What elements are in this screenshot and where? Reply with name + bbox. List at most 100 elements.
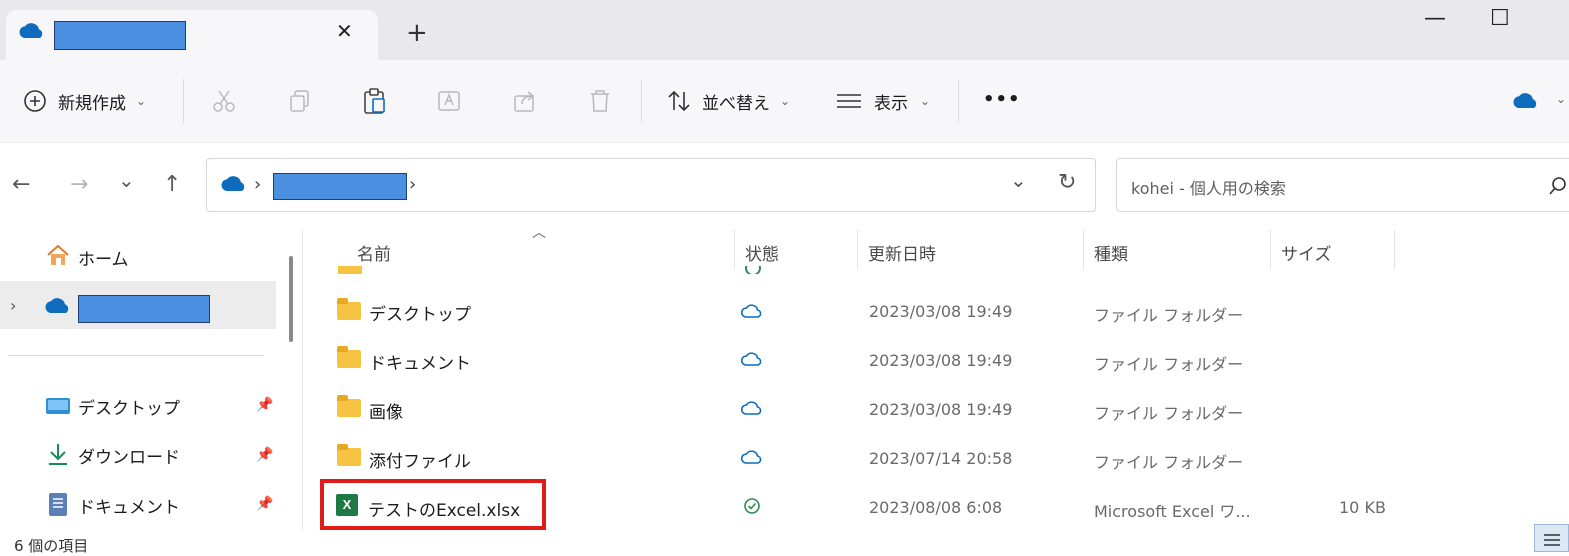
address-dropdown-button[interactable]: ⌄ bbox=[1010, 168, 1027, 192]
highlight-box bbox=[320, 479, 546, 530]
divider bbox=[641, 79, 642, 123]
home-icon bbox=[47, 244, 69, 265]
table-row-name[interactable]: 添付ファイル bbox=[369, 447, 471, 472]
recent-locations-button[interactable]: ⌄ bbox=[118, 168, 135, 192]
details-view-icon bbox=[1544, 534, 1560, 546]
sidebar-item-documents[interactable]: ドキュメント bbox=[78, 493, 180, 518]
more-options-button[interactable]: ••• bbox=[983, 89, 1021, 110]
view-button[interactable]: 表示 ⌄ bbox=[836, 86, 930, 116]
onedrive-icon[interactable] bbox=[1512, 92, 1540, 110]
plus-circle-icon bbox=[24, 90, 46, 112]
tab-close-button[interactable]: ✕ bbox=[336, 19, 353, 43]
chevron-down-icon: ⌄ bbox=[780, 94, 791, 108]
sort-icon bbox=[668, 90, 690, 112]
pane-divider bbox=[302, 230, 303, 530]
divider bbox=[183, 79, 184, 123]
column-header-status[interactable]: 状態 bbox=[745, 240, 779, 265]
breadcrumb-separator[interactable]: › bbox=[254, 174, 261, 195]
table-row-name[interactable]: 画像 bbox=[369, 398, 403, 423]
view-button-label: 表示 bbox=[874, 93, 908, 114]
column-header-modified[interactable]: 更新日時 bbox=[868, 240, 936, 265]
sidebar-item-downloads[interactable]: ダウンロード bbox=[78, 443, 180, 468]
onedrive-icon bbox=[19, 23, 43, 38]
folder-icon bbox=[337, 298, 361, 320]
documents-icon bbox=[49, 493, 67, 516]
column-divider[interactable] bbox=[1083, 230, 1084, 270]
table-row-type: Microsoft Excel ワ... bbox=[1094, 502, 1251, 521]
minimize-button[interactable]: — bbox=[1424, 6, 1446, 31]
sort-ascending-icon: ︿ bbox=[532, 225, 546, 241]
sidebar-onedrive-label-redacted bbox=[78, 295, 210, 323]
folder-icon bbox=[337, 444, 361, 466]
column-divider[interactable] bbox=[857, 230, 858, 270]
column-divider[interactable] bbox=[734, 230, 735, 270]
pin-icon[interactable]: 📌 bbox=[256, 496, 273, 512]
synced-icon bbox=[745, 266, 761, 274]
table-row-date: 2023/07/14 20:58 bbox=[869, 449, 1013, 468]
table-row-date: 2023/03/08 19:49 bbox=[869, 351, 1013, 370]
sidebar-scrollbar-thumb[interactable] bbox=[289, 256, 293, 342]
details-view-button[interactable] bbox=[1534, 524, 1569, 552]
cloud-status-icon bbox=[741, 450, 762, 464]
column-header-type[interactable]: 種類 bbox=[1094, 240, 1128, 265]
chevron-down-icon: ⌄ bbox=[920, 94, 931, 108]
folder-icon bbox=[338, 266, 362, 274]
table-row-date: 2023/03/08 19:49 bbox=[869, 400, 1013, 419]
column-header-size[interactable]: サイズ bbox=[1281, 240, 1332, 265]
view-list-icon bbox=[837, 94, 861, 108]
up-button[interactable]: ↑ bbox=[163, 172, 181, 197]
sort-button[interactable]: 並べ替え ⌄ bbox=[666, 86, 790, 116]
item-count: 6 個の項目 bbox=[14, 537, 89, 555]
paste-icon[interactable] bbox=[362, 87, 388, 115]
search-icon[interactable] bbox=[1548, 176, 1568, 196]
sort-button-label: 並べ替え bbox=[702, 93, 770, 114]
delete-icon[interactable] bbox=[587, 88, 613, 114]
refresh-button[interactable]: ↻ bbox=[1058, 170, 1076, 195]
pin-icon[interactable]: 📌 bbox=[256, 447, 273, 463]
breadcrumb-folder-redacted[interactable] bbox=[273, 173, 407, 200]
table-row-type: ファイル フォルダー bbox=[1094, 404, 1244, 423]
new-button[interactable]: 新規作成 ⌄ bbox=[22, 86, 146, 116]
synced-check-icon bbox=[744, 498, 760, 514]
table-row-size: 10 KB bbox=[1339, 498, 1386, 517]
new-tab-button[interactable]: + bbox=[406, 18, 428, 48]
table-row-date: 2023/03/08 19:49 bbox=[869, 302, 1013, 321]
cloud-status-icon bbox=[741, 304, 762, 318]
column-header-name[interactable]: 名前 bbox=[357, 240, 391, 265]
divider bbox=[958, 79, 959, 123]
table-row-type: ファイル フォルダー bbox=[1094, 306, 1244, 325]
chevron-down-icon: ⌄ bbox=[136, 94, 147, 108]
copy-icon[interactable] bbox=[287, 88, 313, 114]
column-divider[interactable] bbox=[1394, 230, 1395, 270]
maximize-button[interactable]: ☐ bbox=[1490, 6, 1510, 31]
onedrive-icon bbox=[221, 176, 245, 191]
pin-icon[interactable]: 📌 bbox=[256, 397, 273, 413]
download-icon bbox=[49, 444, 67, 465]
sidebar-item-home[interactable]: ホーム bbox=[78, 245, 129, 270]
forward-button[interactable]: → bbox=[70, 172, 88, 197]
back-button[interactable]: ← bbox=[12, 172, 30, 197]
tab-title-redacted bbox=[54, 21, 186, 50]
cloud-status-icon bbox=[741, 352, 762, 366]
expand-chevron-icon[interactable]: › bbox=[10, 296, 16, 315]
table-row-partial[interactable] bbox=[304, 266, 1554, 274]
table-row-date: 2023/08/08 6:08 bbox=[869, 498, 1003, 517]
folder-icon bbox=[337, 346, 361, 368]
chevron-down-icon[interactable]: ⌄ bbox=[1556, 92, 1566, 106]
table-row-name[interactable]: デスクトップ bbox=[369, 300, 471, 325]
share-icon[interactable] bbox=[512, 88, 538, 114]
onedrive-icon bbox=[45, 298, 69, 313]
table-row-type: ファイル フォルダー bbox=[1094, 355, 1244, 374]
new-button-label: 新規作成 bbox=[58, 93, 126, 114]
cloud-status-icon bbox=[741, 401, 762, 415]
sidebar-item-desktop[interactable]: デスクトップ bbox=[78, 394, 180, 419]
folder-icon bbox=[337, 395, 361, 417]
column-divider[interactable] bbox=[1270, 230, 1271, 270]
sidebar-divider bbox=[8, 355, 264, 356]
breadcrumb-separator[interactable]: › bbox=[409, 174, 416, 195]
search-input[interactable]: kohei - 個人用の検索 bbox=[1131, 175, 1286, 199]
cut-icon[interactable] bbox=[211, 88, 237, 114]
table-row-name[interactable]: ドキュメント bbox=[369, 349, 471, 374]
desktop-icon bbox=[46, 398, 70, 414]
rename-icon[interactable] bbox=[437, 88, 463, 114]
